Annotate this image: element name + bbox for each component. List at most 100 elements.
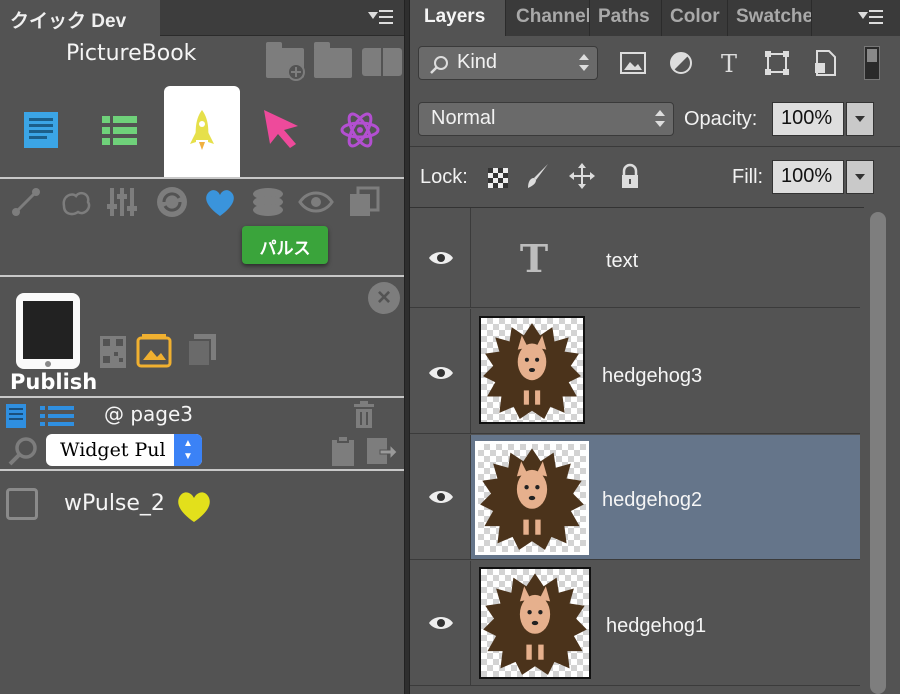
rocket-icon[interactable] — [178, 100, 226, 160]
filter-toggle-switch[interactable] — [864, 46, 880, 80]
link-icon[interactable] — [8, 184, 44, 220]
text-filter-icon[interactable]: T — [714, 48, 744, 78]
shape-outline-icon[interactable] — [58, 184, 94, 220]
tab-swatches[interactable]: Swatches — [728, 0, 812, 36]
lock-image-pixels-brush-icon[interactable] — [524, 162, 552, 190]
search-icon[interactable] — [6, 434, 40, 468]
current-page-label: @ page3 — [104, 402, 194, 426]
opacity-input[interactable]: 100% — [772, 102, 844, 136]
image-gallery-icon[interactable] — [134, 330, 174, 370]
copy-pages-icon[interactable] — [184, 332, 220, 370]
hedgehog-image — [483, 573, 587, 675]
divider — [0, 396, 404, 398]
layers-list: T text hedgehog3 hedgehog2 hedgehog1 — [410, 207, 864, 694]
fill-dropdown-button[interactable] — [846, 160, 874, 194]
eye-icon[interactable] — [298, 184, 334, 220]
list-view-icon[interactable] — [38, 402, 78, 430]
cursor-arrow-icon[interactable] — [258, 100, 306, 160]
lock-label: Lock: — [420, 166, 468, 188]
hedgehog-image — [480, 448, 584, 550]
smart-object-filter-icon[interactable] — [810, 48, 840, 78]
fill-input[interactable]: 100% — [772, 160, 844, 194]
paste-icon[interactable] — [328, 434, 358, 468]
divider — [0, 275, 404, 277]
heart-icon — [178, 492, 210, 522]
item-checkbox[interactable] — [6, 488, 38, 520]
export-icon[interactable] — [364, 434, 398, 468]
adjustment-filter-icon[interactable] — [666, 48, 696, 78]
tablet-device-icon[interactable] — [16, 293, 80, 369]
widget-search-field[interactable]: ▲▼ — [46, 434, 202, 466]
scrollbar-thumb[interactable] — [870, 212, 886, 694]
svg-text:T: T — [721, 50, 737, 78]
open-folder-icon[interactable] — [314, 42, 352, 78]
page-view-icon[interactable] — [4, 402, 30, 430]
divider — [0, 177, 404, 179]
stack-icon[interactable] — [250, 184, 286, 220]
shape-filter-icon[interactable] — [762, 48, 792, 78]
chevron-updown-icon — [655, 110, 665, 128]
qr-code-icon[interactable] — [98, 332, 128, 372]
layers-tab-bar: Layers Channels Paths Color Swatches — [410, 0, 900, 36]
project-title: PictureBook — [66, 41, 197, 66]
visibility-eye-icon[interactable] — [428, 489, 454, 505]
visibility-eye-icon[interactable] — [428, 365, 454, 381]
filter-kind-dropdown[interactable]: Kind — [418, 46, 598, 80]
svg-text:T: T — [520, 238, 548, 278]
opacity-dropdown-button[interactable] — [846, 102, 874, 136]
book-icon[interactable] — [362, 48, 402, 76]
tab-color[interactable]: Color — [662, 0, 728, 36]
layer-row-hedgehog3[interactable]: hedgehog3 — [410, 309, 860, 434]
layer-thumbnail — [479, 316, 585, 424]
filter-kind-label: Kind — [457, 51, 498, 73]
visibility-eye-icon[interactable] — [428, 250, 454, 266]
list-icon[interactable] — [96, 100, 144, 160]
layer-row-text[interactable]: T text — [410, 208, 860, 308]
lock-all-icon[interactable] — [616, 162, 644, 190]
image-filter-icon[interactable] — [618, 48, 648, 78]
opacity-label: Opacity: — [684, 108, 758, 130]
lock-transparent-pixels-icon[interactable] — [484, 162, 512, 190]
widget-search-input[interactable] — [46, 434, 174, 466]
quick-dev-panel: クイック Dev PictureBook パルス × Publish @ pag… — [0, 0, 404, 694]
left-panel-tab-bar: クイック Dev — [0, 0, 404, 36]
chevron-updown-icon[interactable]: ▲ ▼ — [174, 434, 202, 466]
layer-name[interactable]: hedgehog3 — [602, 365, 702, 388]
layer-name[interactable]: hedgehog1 — [606, 615, 706, 638]
tab-paths[interactable]: Paths — [590, 0, 662, 36]
trash-icon[interactable] — [350, 400, 378, 430]
duplicate-icon[interactable] — [346, 184, 382, 220]
heart-pulse-icon[interactable] — [202, 184, 238, 220]
publish-label[interactable]: Publish — [10, 370, 97, 394]
blend-mode-dropdown[interactable]: Normal — [418, 102, 674, 136]
visibility-eye-icon[interactable] — [428, 615, 454, 631]
divider — [0, 469, 404, 471]
text-layer-icon: T — [520, 238, 548, 278]
layer-name[interactable]: text — [606, 250, 638, 273]
layers-panel: Layers Channels Paths Color Swatches Kin… — [410, 0, 900, 694]
layer-name[interactable]: hedgehog2 — [602, 489, 702, 512]
search-icon — [430, 56, 448, 74]
close-icon[interactable]: × — [368, 282, 400, 314]
blend-mode-label: Normal — [431, 107, 496, 129]
sliders-icon[interactable] — [104, 184, 140, 220]
panel-menu-icon[interactable] — [856, 8, 886, 28]
document-icon[interactable] — [18, 100, 66, 160]
list-item[interactable]: wPulse_2 — [0, 482, 404, 526]
layer-thumbnail — [475, 441, 589, 555]
layer-thumbnail — [479, 567, 591, 679]
tab-layers[interactable]: Layers — [410, 0, 506, 36]
tab-channels[interactable]: Channels — [506, 0, 590, 36]
fill-label: Fill: — [732, 166, 764, 188]
item-label: wPulse_2 — [64, 491, 165, 516]
atom-icon[interactable] — [336, 100, 384, 160]
refresh-icon[interactable] — [154, 184, 190, 220]
layer-row-hedgehog2[interactable]: hedgehog2 — [410, 435, 860, 560]
tab-quick-dev[interactable]: クイック Dev — [0, 0, 160, 36]
panel-menu-icon[interactable] — [366, 8, 396, 28]
hedgehog-image — [483, 323, 581, 419]
new-folder-icon[interactable] — [266, 42, 305, 81]
layer-row-hedgehog1[interactable]: hedgehog1 — [410, 561, 860, 686]
chevron-updown-icon — [579, 54, 589, 72]
lock-position-move-icon[interactable] — [568, 162, 596, 190]
